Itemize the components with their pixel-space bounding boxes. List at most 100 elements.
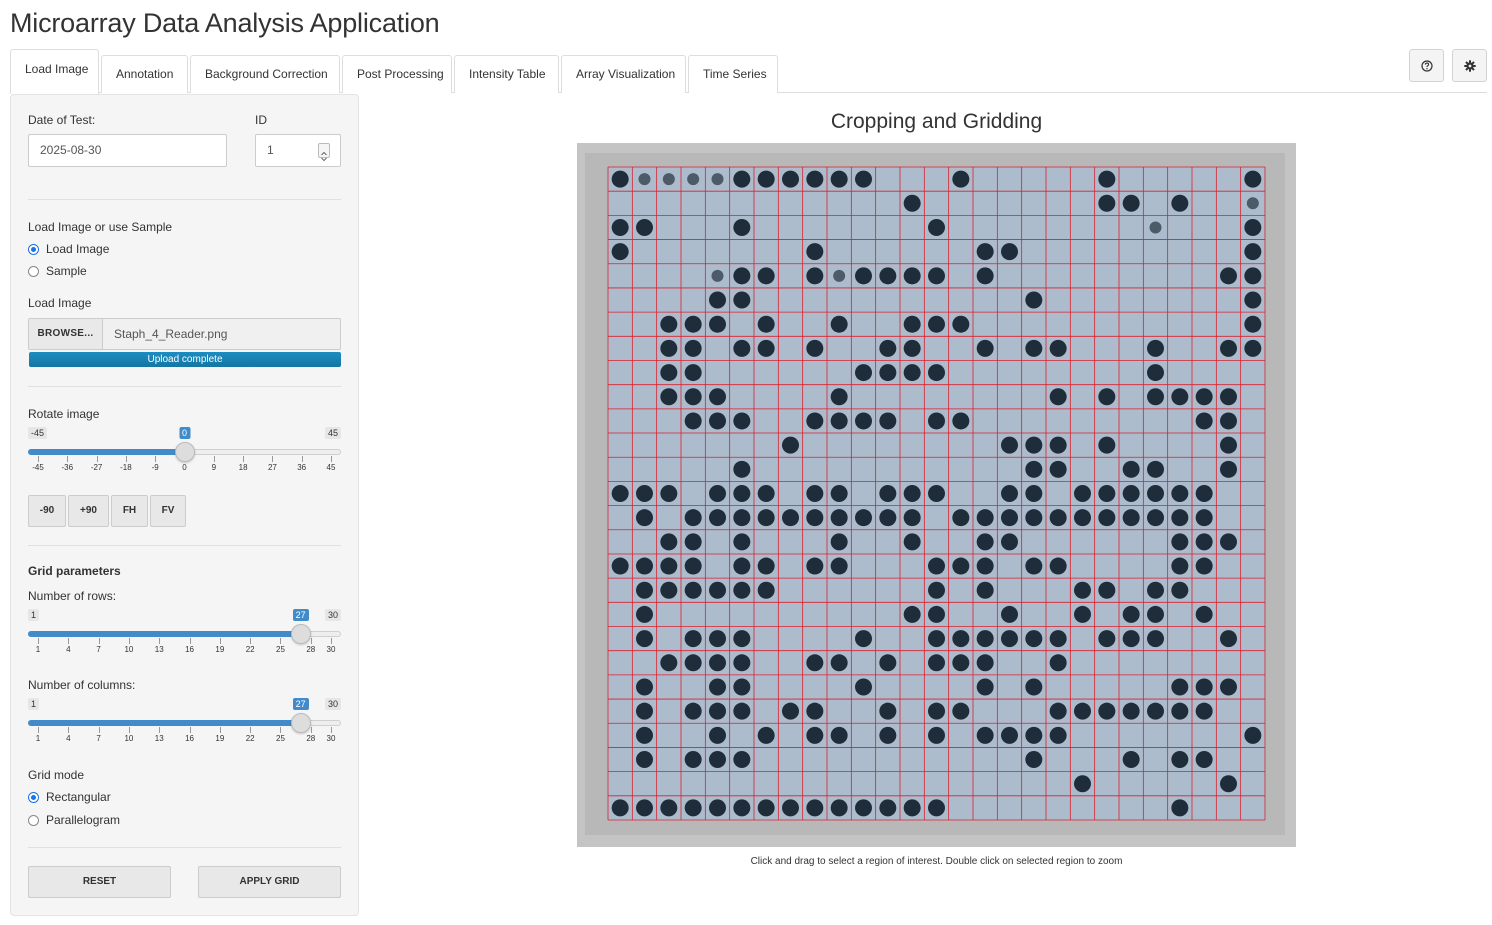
- array-spot: [1220, 436, 1237, 454]
- array-spot: [733, 460, 751, 478]
- array-spot: [1171, 678, 1189, 696]
- array-spot: [1025, 291, 1043, 309]
- array-spot: [928, 315, 945, 333]
- array-spot: [1074, 775, 1091, 793]
- help-button[interactable]: [1409, 49, 1444, 82]
- flip-vertical-button[interactable]: FV: [150, 495, 186, 527]
- array-spot: [952, 412, 970, 430]
- slider-tick-label: 19: [215, 645, 225, 654]
- array-spot: [928, 412, 945, 430]
- array-spot: [660, 388, 678, 406]
- slider-tick-label: -27: [90, 463, 103, 472]
- array-spot: [879, 485, 897, 502]
- array-spot: [928, 364, 945, 382]
- array-spot: [1147, 364, 1164, 382]
- slider-tick-label: -18: [120, 463, 132, 472]
- array-spot: [757, 799, 775, 817]
- file-input[interactable]: BROWSE... Staph_4_Reader.png: [28, 318, 341, 350]
- radio-circle[interactable]: [28, 243, 39, 255]
- slider-min-label: -45: [28, 427, 48, 439]
- array-spot: [636, 751, 653, 769]
- array-spot: [976, 243, 994, 261]
- slider-tick: [213, 456, 215, 462]
- array-spot: [855, 509, 872, 527]
- tab-load-image[interactable]: Load Image: [10, 49, 99, 94]
- array-spot: [806, 557, 824, 575]
- array-spot: [709, 388, 726, 406]
- radio-circle[interactable]: [28, 265, 39, 277]
- apply-grid-button[interactable]: APPLY GRID: [198, 866, 341, 898]
- slider-handle[interactable]: [174, 442, 195, 462]
- array-spot: [1147, 702, 1164, 720]
- array-spot: [684, 533, 702, 551]
- array-spot: [879, 509, 897, 527]
- browse-button[interactable]: BROWSE...: [29, 319, 103, 349]
- array-spot: [757, 726, 775, 744]
- tab-annotation[interactable]: Annotation: [101, 55, 188, 93]
- radio-parallelogram[interactable]: Parallelogram: [28, 813, 120, 827]
- array-spot: [952, 654, 970, 672]
- array-spot: [830, 485, 848, 502]
- microarray-image[interactable]: [577, 143, 1296, 847]
- tab-intensity-table[interactable]: Intensity Table: [454, 55, 559, 93]
- array-spot: [1171, 751, 1189, 769]
- flip-horizontal-button[interactable]: FH: [111, 495, 148, 527]
- id-spinner[interactable]: [318, 143, 330, 162]
- rotate-minus-90-button[interactable]: -90: [28, 495, 66, 527]
- radio-sample[interactable]: Sample: [28, 264, 87, 278]
- array-spot: [1220, 412, 1237, 430]
- radio-label: Parallelogram: [46, 813, 121, 827]
- array-spot: [1001, 630, 1018, 648]
- divider: [28, 199, 341, 200]
- array-spot: [879, 654, 897, 672]
- file-name: Staph_4_Reader.png: [114, 327, 228, 341]
- array-spot: [1098, 630, 1116, 648]
- array-spot: [1147, 630, 1164, 648]
- array-spot: [662, 173, 675, 186]
- reset-button[interactable]: RESET: [28, 866, 171, 898]
- slider-tick-label: 13: [154, 645, 164, 654]
- array-spot: [757, 581, 775, 599]
- tab-background-correction[interactable]: Background Correction: [190, 55, 340, 93]
- array-spot: [733, 485, 751, 502]
- array-spot: [1001, 533, 1018, 551]
- array-spot: [684, 339, 702, 357]
- id-input[interactable]: 1: [255, 134, 341, 167]
- slider-tick: [159, 638, 161, 644]
- array-spot: [1244, 218, 1262, 236]
- slider-tick: [280, 727, 282, 733]
- rotate-label: Rotate image: [28, 407, 100, 421]
- array-spot: [636, 678, 653, 696]
- array-spot: [1098, 194, 1116, 212]
- array-spot: [709, 485, 726, 502]
- array-spot: [830, 799, 848, 817]
- slider-tick: [310, 727, 312, 733]
- array-spot: [1195, 485, 1213, 502]
- array-spot: [711, 173, 724, 186]
- divider: [28, 545, 341, 546]
- radio-circle[interactable]: [28, 791, 39, 803]
- slider-handle[interactable]: [290, 713, 311, 733]
- rows-slider[interactable]: 1 30 1 4 7 10 13 16 19 22 25 28 30 27: [28, 609, 341, 667]
- slider-tick: [159, 727, 161, 733]
- array-spot: [1025, 485, 1043, 502]
- array-spot: [757, 339, 775, 357]
- rotate-slider[interactable]: -45 45 -45 -36 -27 -18 -9 0 9 18 27 36 45 0: [28, 427, 341, 485]
- slider-tick: [331, 638, 332, 644]
- tab-time-series[interactable]: Time Series: [688, 55, 778, 93]
- rotate-plus-90-button[interactable]: +90: [68, 495, 109, 527]
- array-spot: [1098, 581, 1116, 599]
- radio-rectangular[interactable]: Rectangular: [28, 790, 111, 804]
- date-input[interactable]: 2025-08-30: [28, 134, 227, 167]
- array-spot: [976, 339, 994, 357]
- radio-load-image[interactable]: Load Image: [28, 242, 109, 256]
- array-spot: [903, 315, 921, 333]
- radio-circle[interactable]: [28, 814, 39, 826]
- settings-button[interactable]: [1452, 49, 1487, 82]
- tab-array-visualization[interactable]: Array Visualization: [561, 55, 686, 93]
- array-spot: [879, 339, 897, 357]
- tab-post-processing[interactable]: Post Processing: [342, 55, 452, 93]
- array-spot: [733, 339, 751, 357]
- cols-slider[interactable]: 1 30 1 4 7 10 13 16 19 22 25 28 30 27: [28, 698, 341, 756]
- slider-handle[interactable]: [290, 624, 311, 644]
